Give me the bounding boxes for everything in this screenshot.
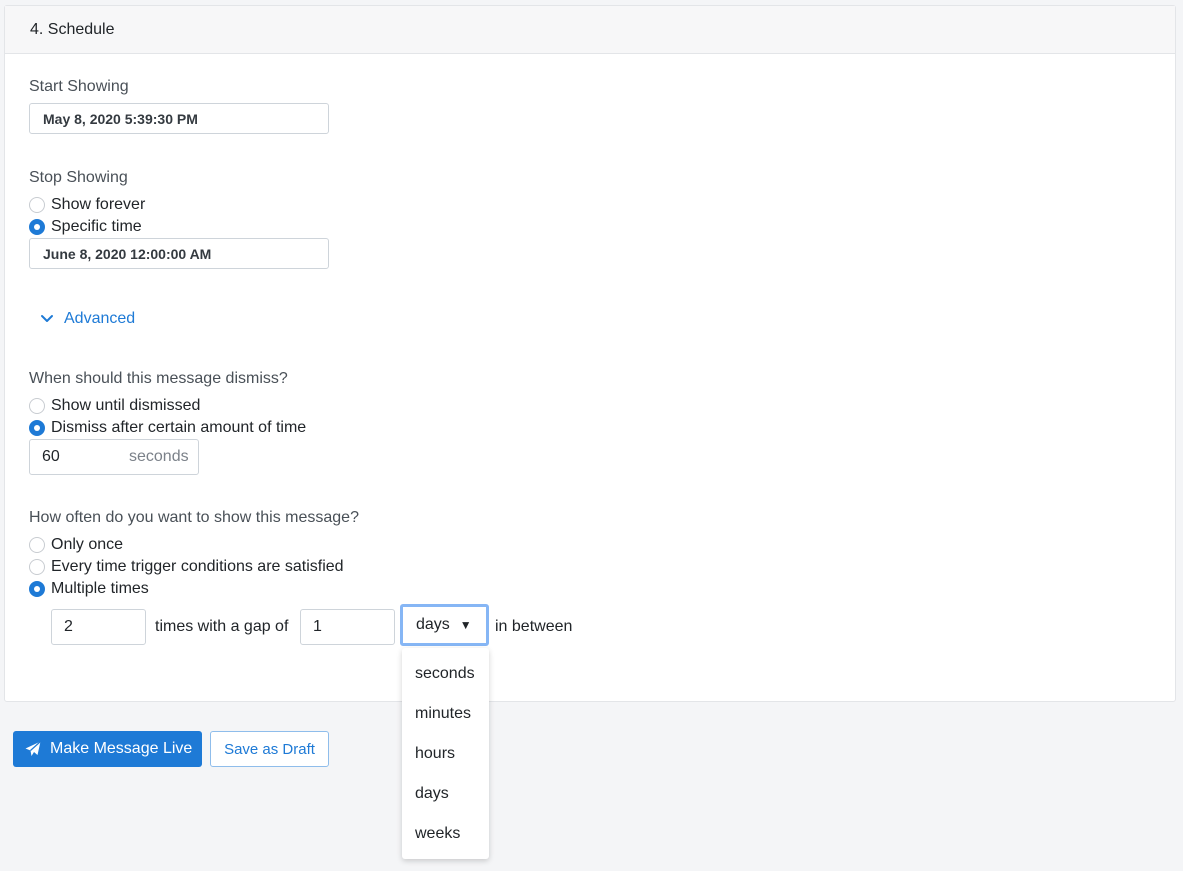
gap-unit-dropdown: seconds minutes hours days weeks <box>402 648 489 859</box>
section-header: 4. Schedule <box>5 6 1175 54</box>
chevron-down-icon <box>41 315 53 322</box>
radio-button-checked[interactable] <box>29 581 45 597</box>
in-between-text: in between <box>495 618 573 635</box>
section-title: 4. Schedule <box>30 21 115 38</box>
dropdown-option-weeks[interactable]: weeks <box>415 825 460 843</box>
stop-showing-input[interactable]: June 8, 2020 12:00:00 AM <box>29 238 329 269</box>
radio-multiple-times[interactable]: Multiple times <box>29 580 149 598</box>
stop-showing-label: Stop Showing <box>29 169 128 186</box>
radio-specific-time[interactable]: Specific time <box>29 218 142 236</box>
radio-button[interactable] <box>29 537 45 553</box>
dismiss-question: When should this message dismiss? <box>29 370 288 387</box>
primary-button-label: Make Message Live <box>50 740 193 757</box>
secondary-button-label: Save as Draft <box>224 740 315 758</box>
save-as-draft-button[interactable]: Save as Draft <box>210 731 329 767</box>
dropdown-option-hours[interactable]: hours <box>415 745 455 763</box>
radio-label: Show forever <box>51 196 146 213</box>
radio-label: Show until dismissed <box>51 397 201 414</box>
times-gap-text: times with a gap of <box>155 618 289 635</box>
dismiss-amount[interactable]: 60 <box>42 448 60 466</box>
gap-input[interactable]: 1 <box>300 609 395 645</box>
start-showing-input[interactable]: May 8, 2020 5:39:30 PM <box>29 103 329 134</box>
radio-button-checked[interactable] <box>29 420 45 436</box>
caret-down-icon: ▼ <box>459 618 472 632</box>
gap-value[interactable]: 1 <box>313 618 322 636</box>
radio-label: Multiple times <box>51 580 149 597</box>
times-input[interactable]: 2 <box>51 609 146 645</box>
gap-unit-select[interactable]: days ▼ <box>400 604 489 646</box>
radio-dismiss-after-time[interactable]: Dismiss after certain amount of time <box>29 419 306 437</box>
dismiss-unit-addon: seconds <box>129 448 189 465</box>
make-message-live-button[interactable]: Make Message Live <box>13 731 202 767</box>
radio-label: Dismiss after certain amount of time <box>51 419 307 436</box>
radio-label: Specific time <box>51 218 142 235</box>
radio-button[interactable] <box>29 197 45 213</box>
advanced-label: Advanced <box>64 310 136 327</box>
radio-show-forever[interactable]: Show forever <box>29 196 145 214</box>
radio-label: Every time trigger conditions are satisf… <box>51 558 344 575</box>
advanced-toggle[interactable]: Advanced <box>40 310 135 328</box>
paper-plane-icon <box>25 741 41 756</box>
gap-unit-value: days <box>416 616 450 633</box>
frequency-question: How often do you want to show this messa… <box>29 509 359 526</box>
radio-button[interactable] <box>29 398 45 414</box>
start-showing-label: Start Showing <box>29 78 129 95</box>
radio-label: Only once <box>51 536 124 553</box>
radio-button[interactable] <box>29 559 45 575</box>
radio-only-once[interactable]: Only once <box>29 536 123 554</box>
times-value[interactable]: 2 <box>64 618 73 636</box>
radio-every-time[interactable]: Every time trigger conditions are satisf… <box>29 558 344 576</box>
radio-button-checked[interactable] <box>29 219 45 235</box>
dropdown-option-seconds[interactable]: seconds <box>415 665 475 683</box>
radio-show-until-dismissed[interactable]: Show until dismissed <box>29 397 200 415</box>
dropdown-option-days[interactable]: days <box>415 785 449 803</box>
dropdown-option-minutes[interactable]: minutes <box>415 705 471 723</box>
